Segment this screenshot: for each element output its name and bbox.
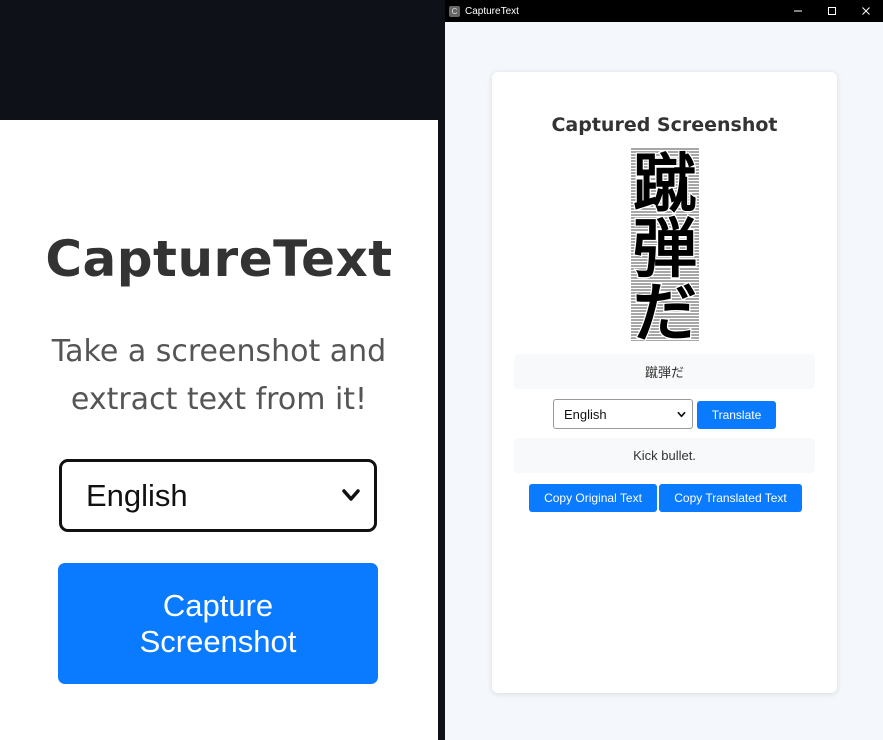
divider xyxy=(438,0,445,740)
chevron-down-icon xyxy=(677,411,686,418)
translated-text-box: Kick bullet. xyxy=(514,438,815,473)
screenshot-char-3: だ xyxy=(633,277,697,341)
maximize-icon xyxy=(828,7,836,15)
result-card: Captured Screenshot 蹴 弾 だ 蹴弾だ English Tr… xyxy=(492,72,837,693)
app-subtitle: Take a screenshot and extract text from … xyxy=(40,328,398,424)
copy-translated-label: Copy Translated Text xyxy=(674,491,787,505)
copy-original-label: Copy Original Text xyxy=(544,491,642,505)
capture-button-label-line-2: Screenshot xyxy=(139,623,297,659)
translate-language-value: English xyxy=(564,406,607,422)
minimize-button[interactable] xyxy=(781,0,815,22)
capture-screenshot-button[interactable]: Capture Screenshot xyxy=(58,563,378,684)
original-text: 蹴弾だ xyxy=(644,365,684,380)
left-dark-backdrop xyxy=(0,0,438,120)
screenshot-graphic: 蹴 弾 だ xyxy=(631,148,699,341)
copy-original-button[interactable]: Copy Original Text xyxy=(529,484,657,512)
maximize-button[interactable] xyxy=(815,0,849,22)
screenshot-char-1: 蹴 xyxy=(633,148,697,222)
window-controls xyxy=(781,0,883,22)
language-select[interactable]: English xyxy=(59,459,377,532)
window-title: CaptureText xyxy=(465,5,519,17)
capture-button-label-line-1: Capture xyxy=(162,587,274,623)
original-text-box: 蹴弾だ xyxy=(514,354,815,389)
screenshot-char-2: 弾 xyxy=(633,213,697,287)
app-subtitle-line-2: extract text from it! xyxy=(70,382,368,417)
card-title: Captured Screenshot xyxy=(551,114,778,136)
minimize-icon xyxy=(794,10,802,12)
app-icon: C xyxy=(449,5,460,17)
translate-language-select[interactable]: English xyxy=(553,399,693,429)
captured-screenshot-image: 蹴 弾 だ xyxy=(631,148,699,341)
translated-text: Kick bullet. xyxy=(633,448,696,463)
app-subtitle-line-1: Take a screenshot and xyxy=(51,334,387,369)
app-window: C CaptureText Captured Screenshot 蹴 弾 だ … xyxy=(445,0,883,740)
app-title: CaptureText xyxy=(45,230,393,288)
window-titlebar[interactable]: C CaptureText xyxy=(445,0,883,22)
chevron-down-icon xyxy=(342,489,360,501)
language-select-value: English xyxy=(86,477,188,513)
translate-button-label: Translate xyxy=(711,408,762,422)
close-icon xyxy=(862,7,870,15)
translate-button[interactable]: Translate xyxy=(697,401,776,429)
copy-translated-button[interactable]: Copy Translated Text xyxy=(659,484,802,512)
close-button[interactable] xyxy=(849,0,883,22)
left-app-panel: CaptureText Take a screenshot and extrac… xyxy=(0,120,438,740)
